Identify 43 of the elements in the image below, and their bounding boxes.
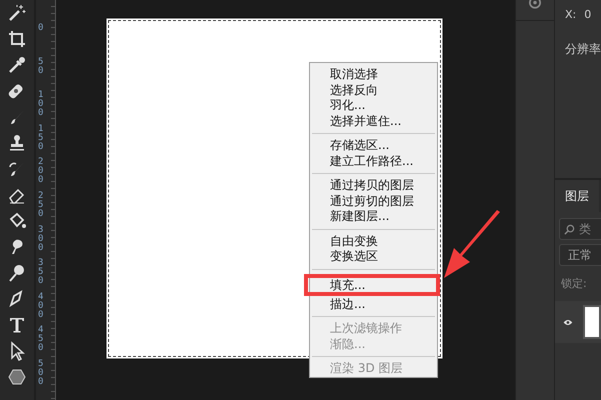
stamp-icon[interactable] — [7, 133, 27, 153]
ruler-label: 0 — [38, 24, 44, 35]
ruler-label: 50 — [38, 58, 44, 78]
paint-bucket-icon[interactable] — [7, 211, 27, 231]
crop-icon[interactable] — [7, 29, 27, 49]
menu-item[interactable]: 自由变换 — [310, 234, 437, 249]
text-icon[interactable] — [7, 315, 27, 335]
ruler-label: 150 — [38, 124, 44, 154]
eyedropper-icon[interactable] — [7, 55, 27, 75]
ruler-label: 250 — [38, 192, 44, 221]
blend-mode-dropdown[interactable]: 正常 — [559, 244, 601, 266]
menu-item[interactable]: 描边... — [310, 296, 437, 312]
panel-tab[interactable]: 图层 — [555, 180, 599, 212]
x-value: 0 — [584, 8, 592, 21]
ruler-label: 100 — [38, 91, 44, 120]
menu-item[interactable]: 建立工作路径... — [310, 154, 437, 169]
menu-item[interactable]: 选择并遮住... — [310, 114, 437, 129]
menu-item[interactable]: 新建图层... — [310, 209, 437, 224]
menu-item[interactable]: 通过剪切的图层 — [310, 194, 437, 209]
layer-row[interactable] — [555, 301, 601, 343]
ruler-label: 450 — [38, 326, 44, 356]
menu-item[interactable]: 变换选区 — [310, 249, 437, 264]
menu-item[interactable]: 通过拷贝的图层 — [310, 178, 437, 194]
ruler-label: 300 — [38, 226, 44, 255]
eye-icon[interactable] — [563, 318, 573, 326]
menu-item[interactable]: 填充... — [304, 274, 440, 296]
menu-item[interactable]: 取消选择 — [310, 67, 437, 82]
ruler-label: 500 — [38, 360, 44, 389]
menu-item[interactable]: 羽化... — [310, 98, 437, 114]
ruler-label: 400 — [38, 292, 44, 322]
layer-thumbnail — [582, 305, 601, 339]
search-field[interactable]: 类 — [559, 218, 601, 240]
menu-item[interactable]: 选择反向 — [310, 82, 437, 98]
lock-label: 锁定: — [561, 276, 588, 291]
hexagon-icon[interactable] — [7, 367, 27, 387]
ruler-label: 350 — [38, 259, 44, 288]
menu-item[interactable]: 存储选区... — [310, 138, 437, 154]
x-label: X: — [565, 8, 576, 21]
dodge-icon[interactable] — [7, 263, 27, 283]
ruler-label: 200 — [38, 158, 44, 188]
resolution-label: 分辨率 — [565, 41, 601, 58]
annotation-arrow — [442, 210, 502, 280]
magic-wand-icon[interactable] — [7, 3, 27, 23]
